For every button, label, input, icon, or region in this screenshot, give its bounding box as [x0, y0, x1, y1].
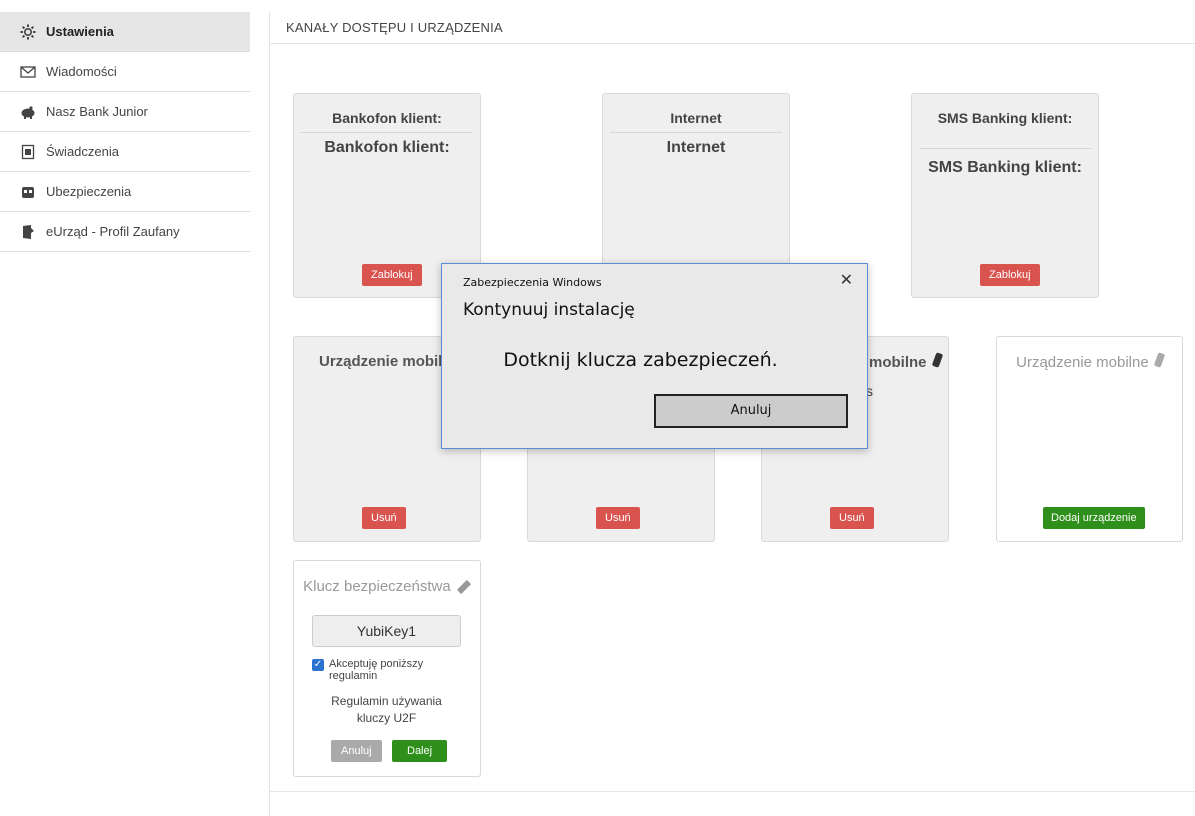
sidebar: Ustawienia Wiadomości Nasz Bank Junior Ś…	[0, 12, 250, 252]
remove-button[interactable]: Usuń	[596, 507, 640, 529]
card-title: Bankofon klient:	[332, 110, 442, 126]
close-icon[interactable]: ✕	[840, 270, 853, 290]
dialog-cancel-button[interactable]: Anuluj	[654, 394, 848, 428]
card-subtitle: SMS Banking klient:	[928, 159, 1082, 176]
content-divider	[269, 12, 270, 816]
dialog-caption: Zabezpieczenia Windows	[463, 276, 602, 289]
security-key-title: Klucz bezpieczeństwa	[294, 561, 480, 595]
device-title-text: mobilne	[869, 354, 927, 371]
block-button[interactable]: Zablokuj	[980, 264, 1040, 286]
document-icon	[20, 144, 36, 160]
page-header: KANAŁY DOSTĘPU I URZĄDZENIA	[270, 12, 1195, 44]
card-subtitle: Bankofon klient:	[324, 139, 450, 156]
add-device-button[interactable]: Dodaj urządzenie	[1043, 507, 1145, 529]
sidebar-item-ustawienia[interactable]: Ustawienia	[0, 12, 250, 52]
divider	[301, 132, 473, 133]
remove-button[interactable]: Usuń	[362, 507, 406, 529]
sidebar-item-label: Nasz Bank Junior	[46, 104, 148, 119]
insurance-icon	[20, 184, 36, 200]
device-title-text: Urządzenie mobilne	[1016, 354, 1149, 371]
phone-icon	[931, 352, 943, 368]
windows-security-dialog: Zabezpieczenia Windows ✕ Kontynuuj insta…	[441, 263, 868, 449]
usb-key-icon	[456, 579, 471, 595]
accept-terms-checkbox[interactable]: ✓	[312, 659, 324, 671]
sidebar-item-ubezpieczenia[interactable]: Ubezpieczenia	[0, 172, 250, 212]
page-title: KANAŁY DOSTĘPU I URZĄDZENIA	[286, 20, 503, 35]
piggy-bank-icon	[20, 104, 36, 120]
terms-link[interactable]: Regulamin używania kluczy U2F	[314, 693, 459, 727]
phone-icon	[1153, 352, 1166, 368]
card-subtitle: Internet	[666, 139, 726, 156]
gear-icon	[20, 24, 36, 40]
next-button[interactable]: Dalej	[392, 740, 448, 762]
footer-divider	[270, 791, 1195, 792]
device-card-add: Urządzenie mobilne Dodaj urządzenie	[996, 336, 1183, 542]
card-title: Internet	[670, 110, 722, 126]
divider	[610, 132, 782, 133]
dialog-heading: Kontynuuj instalację	[463, 300, 635, 320]
device-title: mobilne	[869, 337, 943, 371]
sidebar-item-swiadczenia[interactable]: Świadczenia	[0, 132, 250, 172]
security-key-title-text: Klucz bezpieczeństwa	[303, 578, 451, 595]
remove-button[interactable]: Usuń	[830, 507, 874, 529]
security-key-card: Klucz bezpieczeństwa YubiKey1 ✓ Akceptuj…	[293, 560, 481, 777]
card-title: SMS Banking klient:	[937, 110, 1073, 126]
sidebar-item-nasz-bank-junior[interactable]: Nasz Bank Junior	[0, 92, 250, 132]
device-title: Urządzenie mobilne	[997, 337, 1182, 371]
sidebar-item-label: Ubezpieczenia	[46, 184, 132, 199]
dialog-message: Dotknij klucza zabezpieczeń.	[503, 349, 778, 371]
sidebar-item-label: Wiadomości	[46, 64, 117, 79]
block-button[interactable]: Zablokuj	[362, 264, 422, 286]
sidebar-item-wiadomosci[interactable]: Wiadomości	[0, 52, 250, 92]
sidebar-item-label: Świadczenia	[46, 144, 119, 159]
channel-card-sms: SMS Banking klient: SMS Banking klient: …	[911, 93, 1099, 298]
divider	[919, 148, 1091, 149]
sidebar-item-label: eUrząd - Profil Zaufany	[46, 224, 180, 239]
cancel-button[interactable]: Anuluj	[331, 740, 382, 762]
sidebar-item-eurzad[interactable]: eUrząd - Profil Zaufany	[0, 212, 250, 252]
accept-terms-label: Akceptuję poniższy regulamin	[329, 658, 424, 682]
envelope-icon	[20, 64, 36, 80]
sidebar-item-label: Ustawienia	[46, 24, 114, 39]
door-icon	[20, 224, 36, 240]
key-name-field[interactable]: YubiKey1	[312, 615, 461, 647]
